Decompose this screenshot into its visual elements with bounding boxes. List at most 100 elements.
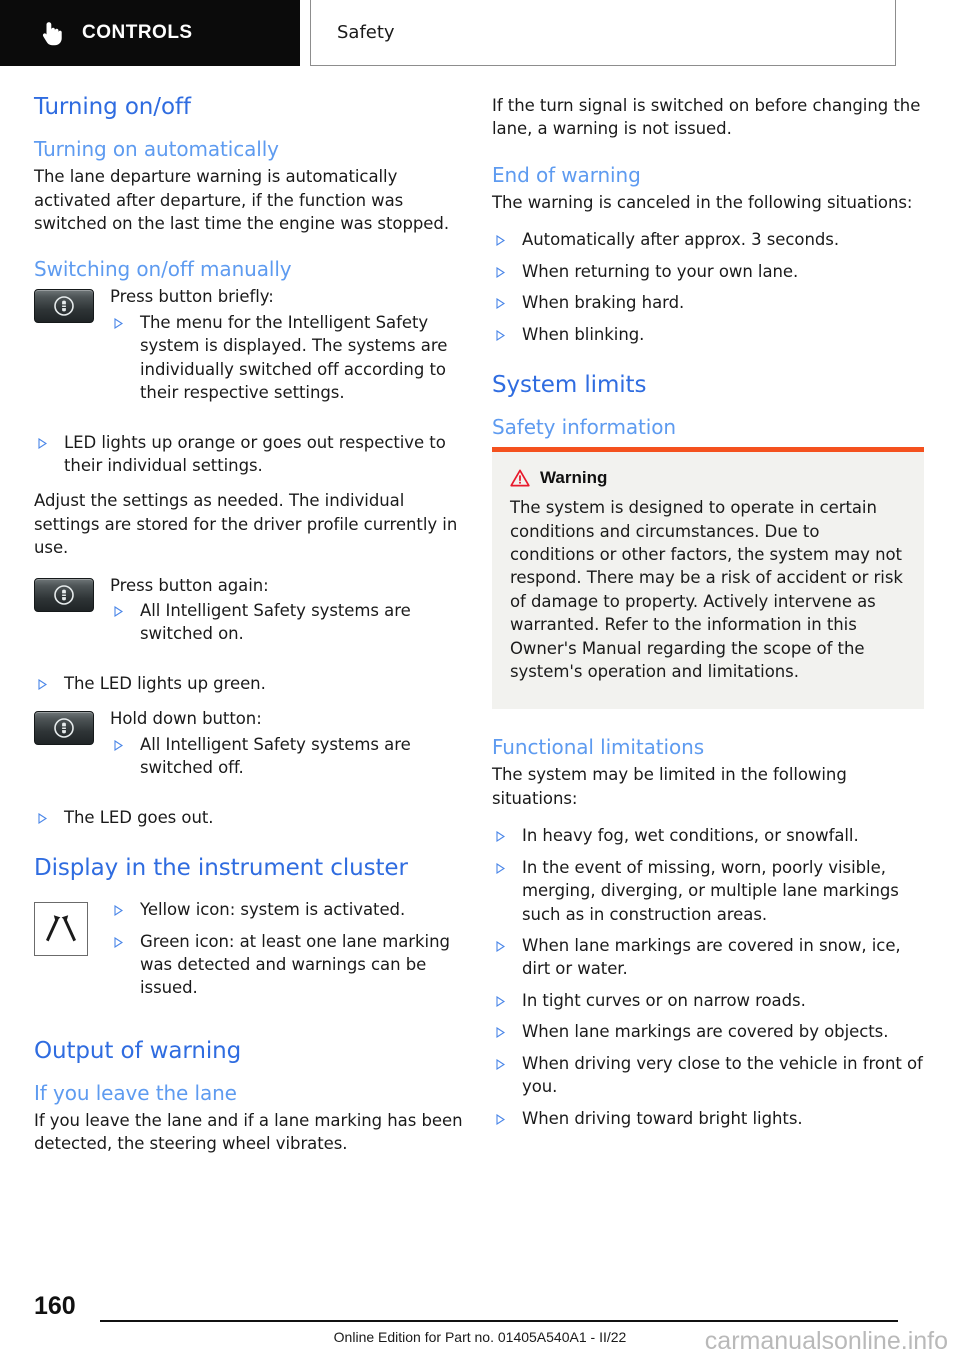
list-item: Green icon: at least one lane marking wa… (110, 930, 466, 1000)
press-button-briefly-block: Press button briefly: The menu for the I… (34, 285, 466, 416)
list-item-text: When driving very close to the vehicle i… (522, 1053, 923, 1097)
list-item: When lane markings are covered in snow, … (492, 934, 924, 981)
lane-departure-warning-icon (34, 902, 88, 957)
hold-down-text-cell: Hold down button: All Intelligent Safety… (110, 707, 466, 791)
triangle-bullet-icon (496, 1027, 505, 1039)
triangle-bullet-icon (38, 437, 47, 449)
chapter-tab[interactable]: CONTROLS (0, 0, 300, 66)
list-item-text: In tight curves or on narrow roads. (522, 990, 806, 1010)
triangle-bullet-icon (496, 1058, 505, 1070)
triangle-bullet-icon (114, 606, 123, 618)
cluster-display-bullets: Yellow icon: system is activated. Green … (110, 898, 466, 1000)
triangle-bullet-icon (496, 862, 505, 874)
triangle-bullet-icon (114, 936, 123, 948)
watermark: carmanualsonline.info (704, 1327, 948, 1355)
list-item-text: When lane markings are covered in snow, … (522, 935, 901, 979)
heading-turning-on-off: Turning on/off (34, 94, 191, 120)
list-item: When driving very close to the vehicle i… (492, 1052, 924, 1099)
list-item-text: The menu for the Intelligent Safety syst… (140, 312, 448, 403)
hold-down-icon-cell (34, 707, 110, 746)
list-item: LED lights up orange or goes out respect… (34, 431, 466, 478)
led-orange-list: LED lights up orange or goes out respect… (34, 431, 466, 478)
functional-limitations-bullets: In heavy fog, wet conditions, or snowfal… (492, 824, 924, 1130)
intelligent-safety-button-icon (34, 577, 94, 612)
list-item: Yellow icon: system is activated. (110, 898, 466, 921)
heading-system-limits: System limits (492, 371, 647, 398)
triangle-bullet-icon (38, 812, 47, 824)
list-item: In the event of missing, worn, poorly vi… (492, 856, 924, 926)
triangle-bullet-icon (38, 678, 47, 690)
press-button-again-block: Press button again: All Intelligent Safe… (34, 574, 466, 658)
left-column: Turning on/off Turning on automatically … (34, 94, 466, 1276)
list-item-text: When returning to your own lane. (522, 261, 799, 281)
list-item-text: When lane markings are covered by object… (522, 1022, 889, 1042)
paragraph-if-you-leave-the-lane: If you leave the lane and if a lane mark… (34, 1110, 463, 1154)
list-item-text: LED lights up orange or goes out respect… (64, 432, 446, 475)
section-tab[interactable]: Safety (310, 0, 896, 66)
heading-if-you-leave-the-lane: If you leave the lane (34, 1080, 237, 1105)
list-item-text: Automatically after approx. 3 seconds. (522, 230, 840, 250)
list-item-text: When driving toward bright lights. (522, 1108, 803, 1128)
heading-turning-on-automatically: Turning on automatically (34, 137, 279, 162)
list-item: The menu for the Intelligent Safety syst… (110, 311, 466, 405)
triangle-bullet-icon (496, 235, 505, 247)
list-item-text: When blinking. (522, 324, 645, 344)
heading-output-of-warning: Output of warning (34, 1037, 242, 1064)
list-item: When blinking. (492, 323, 924, 346)
list-item: In tight curves or on narrow roads. (492, 989, 924, 1012)
triangle-bullet-icon (114, 317, 123, 329)
press-brief-label: Press button briefly: (110, 287, 274, 307)
list-item-text: All Intelligent Safety systems are switc… (140, 734, 411, 778)
press-brief-icon-cell (34, 285, 110, 324)
list-item: When braking hard. (492, 291, 924, 314)
intelligent-safety-button-icon (34, 711, 94, 746)
list-item-text: In heavy fog, wet conditions, or snowfal… (522, 826, 859, 846)
footer-divider (100, 1320, 898, 1322)
cluster-text-cell: Yellow icon: system is activated. Green … (110, 898, 466, 1012)
warning-header: Warning (510, 468, 906, 488)
page-footer: 160 Online Edition for Part no. 01405A54… (0, 1276, 960, 1362)
press-again-label: Press button again: (110, 575, 269, 595)
heading-functional-limitations: Functional limitations (492, 735, 705, 760)
chapter-label: CONTROLS (82, 22, 193, 43)
triangle-bullet-icon (114, 739, 123, 751)
list-item-text: Yellow icon: system is activated. (140, 900, 406, 920)
paragraph-adjust-settings: Adjust the settings as needed. The indiv… (34, 491, 458, 558)
warning-title: Warning (540, 468, 608, 488)
page-number: 160 (34, 1292, 76, 1320)
cluster-icon-cell (34, 898, 110, 957)
list-item-text: When braking hard. (522, 293, 685, 313)
list-item: All Intelligent Safety systems are switc… (110, 599, 466, 646)
section-label: Safety (337, 22, 395, 43)
list-item: The LED goes out. (34, 806, 466, 829)
right-column: If the turn signal is switched on before… (492, 94, 924, 1276)
list-item: When driving toward bright lights. (492, 1107, 924, 1130)
hold-down-button-block: Hold down button: All Intelligent Safety… (34, 707, 466, 791)
list-item-text: The LED lights up green. (64, 673, 266, 693)
triangle-bullet-icon (496, 995, 505, 1007)
intelligent-safety-button-icon (34, 289, 94, 324)
paragraph-warning-canceled: The warning is canceled in the following… (492, 192, 913, 212)
triangle-bullet-icon (496, 266, 505, 278)
list-item-text: The LED goes out. (64, 807, 214, 827)
heading-end-of-warning: End of warning (492, 162, 641, 187)
led-out-list: The LED goes out. (34, 806, 466, 829)
triangle-bullet-icon (114, 905, 123, 917)
hold-down-label: Hold down button: (110, 709, 262, 729)
triangle-bullet-icon (496, 940, 505, 952)
press-again-text-cell: Press button again: All Intelligent Safe… (110, 574, 466, 658)
list-item: All Intelligent Safety systems are switc… (110, 733, 466, 780)
list-item: The LED lights up green. (34, 672, 466, 695)
warning-text: The system is designed to operate in cer… (510, 498, 903, 682)
list-item-text: All Intelligent Safety systems are switc… (140, 601, 411, 644)
heading-switching-on-off-manually: Switching on/off manually (34, 257, 292, 282)
page-content: Turning on/off Turning on automatically … (0, 66, 960, 1276)
heading-safety-information: Safety information (492, 415, 676, 440)
end-of-warning-bullets: Automatically after approx. 3 seconds. W… (492, 228, 924, 346)
heading-display-instrument-cluster: Display in the instrument cluster (34, 854, 408, 881)
list-item: In heavy fog, wet conditions, or snowfal… (492, 824, 924, 847)
triangle-bullet-icon (496, 298, 505, 310)
paragraph-turn-signal: If the turn signal is switched on before… (492, 96, 921, 139)
cluster-display-block: Yellow icon: system is activated. Green … (34, 898, 466, 1012)
press-again-icon-cell (34, 574, 110, 612)
